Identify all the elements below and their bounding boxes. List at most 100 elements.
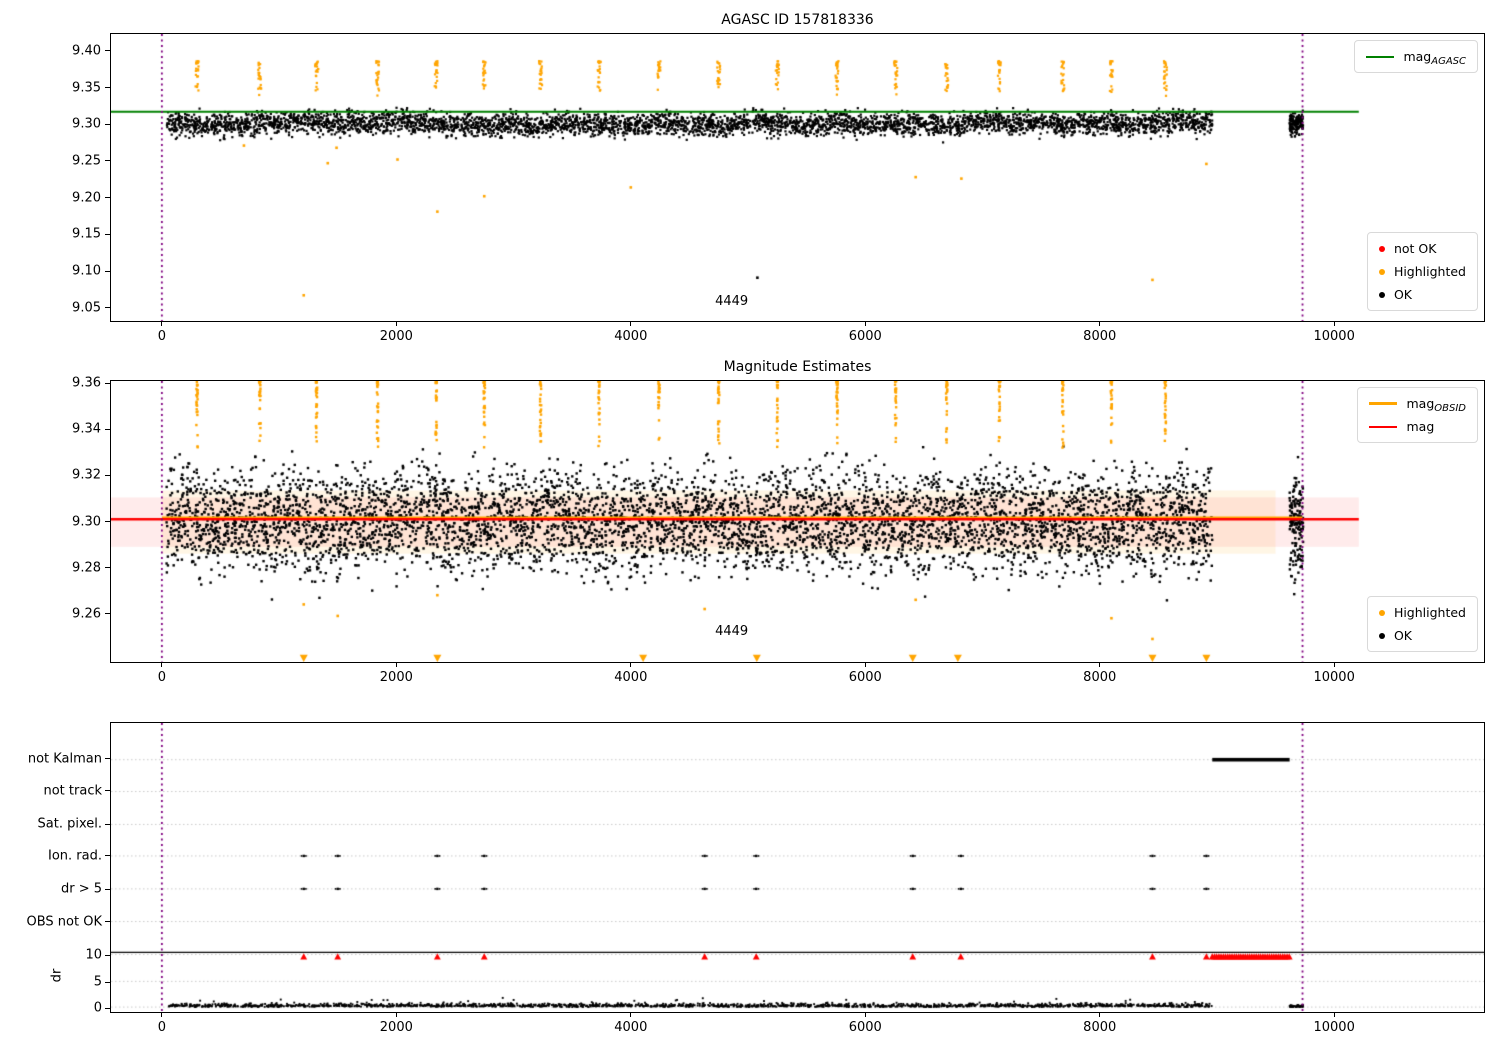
x-tick-label: 8000 xyxy=(1083,670,1117,685)
plot3-dr-tick-label: 0 xyxy=(93,1000,102,1016)
x-tick-mark xyxy=(161,1013,163,1017)
figure: AGASC ID 157818336 magAGASC not OK Highl… xyxy=(0,0,1500,1050)
x-tick-label: 6000 xyxy=(848,1020,882,1035)
y-tick-mark xyxy=(105,790,110,792)
x-tick-mark xyxy=(864,1013,866,1017)
x-tick-label: 2000 xyxy=(379,1020,413,1035)
y-tick-label: 9.30 xyxy=(72,514,101,529)
legend-item-mag-agasc: magAGASC xyxy=(1366,48,1466,67)
legend-label-ok: OK xyxy=(1393,628,1412,643)
not-ok-dot-icon xyxy=(1378,245,1385,252)
legend-label-mag: mag xyxy=(1406,419,1435,434)
y-tick-mark xyxy=(105,1007,110,1009)
mag-obsid-line-swatch xyxy=(1369,402,1398,405)
x-tick-mark xyxy=(864,663,866,667)
plot2-canvas xyxy=(111,381,1484,662)
y-tick-label: 9.10 xyxy=(72,263,101,279)
x-tick-mark xyxy=(1099,663,1101,667)
y-tick-mark xyxy=(105,981,110,983)
legend-item-mag-obsid: magOBSID xyxy=(1369,395,1466,414)
plot2-marker-legend: Highlighted OK xyxy=(1366,596,1478,652)
y-tick-label: 9.25 xyxy=(72,153,101,169)
y-tick-label: 9.26 xyxy=(72,606,101,622)
plot3-dr-tick-label: 10 xyxy=(85,947,102,963)
y-tick-mark xyxy=(105,474,110,476)
y-tick-mark xyxy=(105,160,110,162)
legend-label-highlighted: Highlighted xyxy=(1393,605,1466,620)
ok-dot-icon xyxy=(1378,291,1385,298)
y-tick-mark xyxy=(105,567,110,569)
plot1-marker-legend: not OK Highlighted OK xyxy=(1366,232,1478,311)
legend-label-highlighted: Highlighted xyxy=(1393,264,1466,279)
x-tick-mark xyxy=(630,663,632,667)
x-tick-label: 10000 xyxy=(1313,1020,1355,1035)
x-tick-mark xyxy=(630,1013,632,1017)
legend-label-not-ok: not OK xyxy=(1393,241,1437,256)
legend-label-mag-agasc: magAGASC xyxy=(1403,49,1466,67)
y-tick-label: 9.40 xyxy=(72,43,101,59)
x-tick-mark xyxy=(395,322,397,326)
y-tick-label: 9.34 xyxy=(72,421,101,437)
legend-label-ok: OK xyxy=(1393,287,1412,302)
y-tick-label: 9.15 xyxy=(72,226,101,242)
y-tick-mark xyxy=(105,855,110,857)
y-tick-mark xyxy=(105,954,110,956)
x-tick-mark xyxy=(630,322,632,326)
legend-item-highlighted: Highlighted xyxy=(1378,263,1466,280)
y-tick-label: 9.28 xyxy=(72,560,101,576)
plot1-canvas xyxy=(111,34,1484,321)
plot3-category-label: dr > 5 xyxy=(60,881,102,897)
plot2-title: Magnitude Estimates xyxy=(723,359,872,375)
x-tick-label: 2000 xyxy=(379,670,413,685)
x-tick-mark xyxy=(161,322,163,326)
x-tick-label: 4000 xyxy=(614,1020,648,1035)
plot1-line-legend: magAGASC xyxy=(1354,40,1478,73)
y-tick-mark xyxy=(105,613,110,615)
x-tick-mark xyxy=(1099,322,1101,326)
y-tick-label: 9.35 xyxy=(72,80,101,96)
y-tick-mark xyxy=(105,307,110,309)
y-tick-mark xyxy=(105,233,110,235)
x-tick-mark xyxy=(864,322,866,326)
x-tick-label: 4000 xyxy=(614,670,648,685)
y-tick-mark xyxy=(105,758,110,760)
x-tick-mark xyxy=(161,663,163,667)
legend-item-not-ok: not OK xyxy=(1378,240,1466,257)
x-tick-mark xyxy=(395,1013,397,1017)
x-tick-mark xyxy=(395,663,397,667)
plot3-category-label: not track xyxy=(43,783,102,799)
legend-item-highlighted: Highlighted xyxy=(1378,604,1466,621)
plot2-line-legend: magOBSID mag xyxy=(1357,387,1478,443)
y-tick-mark xyxy=(105,428,110,430)
plot2-axes: magOBSID mag Highlighted OK 4449 xyxy=(110,380,1485,663)
y-tick-label: 9.20 xyxy=(72,190,101,206)
legend-label-mag-obsid: magOBSID xyxy=(1406,396,1466,414)
plot3-category-label: not Kalman xyxy=(27,751,102,767)
x-tick-label: 10000 xyxy=(1313,329,1355,344)
plot3-category-label: OBS not OK xyxy=(26,914,103,930)
plot3-category-label: Sat. pixel. xyxy=(37,816,102,832)
y-tick-mark xyxy=(105,270,110,272)
y-tick-mark xyxy=(105,521,110,522)
x-tick-label: 8000 xyxy=(1083,1020,1117,1035)
ok-dot-icon xyxy=(1378,632,1385,639)
x-tick-mark xyxy=(1333,663,1335,667)
x-tick-label: 4000 xyxy=(614,329,648,344)
y-tick-mark xyxy=(105,50,110,52)
highlighted-dot-icon xyxy=(1378,609,1385,616)
x-tick-label: 10000 xyxy=(1313,670,1355,685)
y-tick-mark xyxy=(105,123,110,125)
plot1-annotation: 4449 xyxy=(715,293,749,309)
legend-item-ok: OK xyxy=(1378,286,1466,303)
x-tick-label: 0 xyxy=(157,329,167,344)
x-tick-label: 2000 xyxy=(379,329,413,344)
x-tick-mark xyxy=(1099,1013,1101,1017)
x-tick-label: 0 xyxy=(157,670,167,685)
plot1-title: AGASC ID 157818336 xyxy=(721,12,874,28)
x-tick-mark xyxy=(1333,1013,1335,1017)
mag-line-swatch xyxy=(1369,425,1398,428)
y-tick-mark xyxy=(105,888,110,890)
x-tick-label: 6000 xyxy=(848,670,882,685)
legend-item-mag: mag xyxy=(1369,418,1466,435)
y-tick-mark xyxy=(105,823,110,825)
